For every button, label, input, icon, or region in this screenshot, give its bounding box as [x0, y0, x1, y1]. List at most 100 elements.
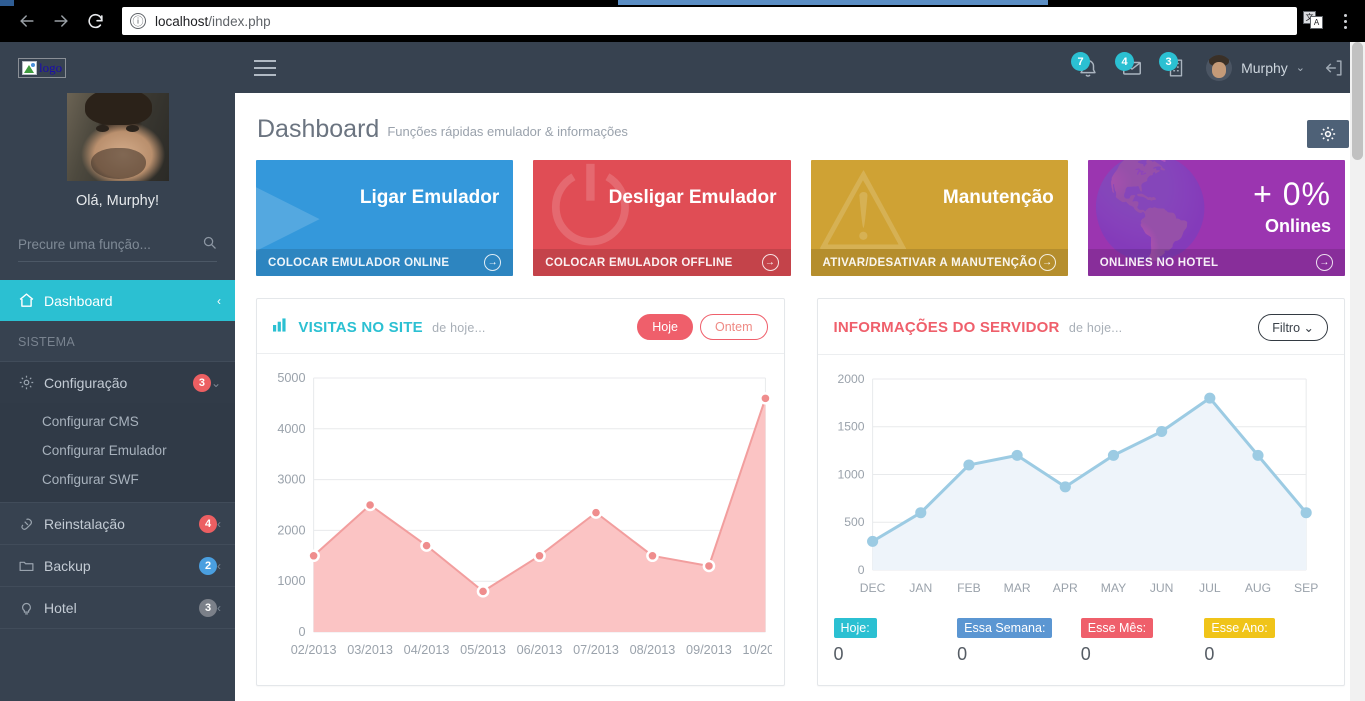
forward-arrow-icon[interactable] — [44, 4, 78, 38]
filter-hoje-button[interactable]: Hoje — [637, 314, 693, 340]
card-small-label: Onlines — [1264, 216, 1331, 236]
svg-text:3000: 3000 — [277, 473, 305, 487]
notifications-badge: 7 — [1071, 52, 1091, 71]
notifications-button[interactable]: 7 — [1066, 42, 1110, 93]
user-menu[interactable]: Murphy ⌄ — [1206, 54, 1305, 81]
svg-text:0: 0 — [298, 625, 305, 639]
sidebar-submenu-configuracao: Configurar CMS Configurar Emulador Confi… — [0, 403, 235, 502]
panel-subtitle: de hoje... — [432, 321, 486, 335]
svg-text:MAR: MAR — [1003, 581, 1030, 595]
sidebar-profile: Olá, Murphy! — [0, 93, 235, 223]
card-footer[interactable]: COLOCAR EMULADOR ONLINE → — [256, 249, 514, 276]
sidebar-search[interactable] — [18, 235, 217, 262]
translate-icon[interactable]: 文A — [1303, 11, 1325, 31]
quick-action-cards: ▶ Ligar Emulador COLOCAR EMULADOR ONLINE… — [235, 144, 1365, 276]
svg-text:10/2013: 10/2013 — [743, 643, 772, 657]
url-host: localhost — [155, 13, 209, 29]
vertical-scrollbar[interactable] — [1350, 42, 1365, 701]
servidor-chart: 0 500 1000 1500 2000 DEC JAN FEB MAR APR MAY JUN JUL… — [818, 355, 1345, 608]
svg-text:JAN: JAN — [909, 581, 932, 595]
panel-title: VISITAS NO SITE de hoje... — [273, 318, 630, 336]
messages-button[interactable]: 4 — [1110, 42, 1154, 93]
arrow-right-icon: → — [1316, 254, 1333, 271]
svg-text:AUG: AUG — [1244, 581, 1270, 595]
panel-header: VISITAS NO SITE de hoje... Hoje Ontem — [257, 299, 784, 354]
sidebar-item-backup[interactable]: Backup 2 ‹ — [0, 545, 235, 586]
stat-value: 0 — [957, 644, 968, 664]
svg-text:2000: 2000 — [277, 523, 305, 537]
tab-strip-edge — [0, 0, 14, 6]
card-big-value: + 0% — [1253, 176, 1331, 212]
sidebar-nav: Dashboard ‹ SISTEMA Configuração 3 ⌄ Con… — [0, 280, 235, 629]
card-footer[interactable]: ATIVAR/DESATIVAR A MANUTENÇÃO → — [810, 249, 1068, 276]
badge-count: 4 — [199, 514, 217, 533]
svg-text:1000: 1000 — [837, 468, 864, 482]
svg-text:APR: APR — [1052, 581, 1077, 595]
back-arrow-icon[interactable] — [10, 4, 44, 38]
sidebar-item-reinstalacao[interactable]: Reinstalação 4 ‹ — [0, 503, 235, 544]
card-footer-label: ATIVAR/DESATIVAR A MANUTENÇÃO — [822, 256, 1038, 269]
panel-title-text: INFORMAÇÕES DO SERVIDOR — [833, 319, 1060, 336]
stat-label: Essa Semana: — [957, 618, 1053, 638]
site-info-icon[interactable]: ⓘ — [130, 13, 146, 29]
card-manutencao[interactable]: ⚠ Manutenção ATIVAR/DESATIVAR A MANUTENÇ… — [810, 160, 1068, 276]
card-title: Manutenção — [942, 187, 1054, 208]
svg-text:1000: 1000 — [277, 574, 305, 588]
sidebar-item-hotel[interactable]: Hotel 3 ‹ — [0, 587, 235, 628]
svg-text:07/2013: 07/2013 — [573, 643, 619, 657]
page-title: Dashboard — [257, 115, 380, 143]
browser-toolbar: ⓘ localhost/index.php 文A — [0, 0, 1365, 42]
chrome-actions: 文A — [1303, 11, 1355, 31]
sidebar-item-configuracao[interactable]: Configuração 3 ⌄ — [0, 362, 235, 403]
card-ligar-emulador[interactable]: ▶ Ligar Emulador COLOCAR EMULADOR ONLINE… — [256, 160, 514, 276]
badge-count: 3 — [192, 373, 211, 392]
search-icon[interactable] — [202, 235, 217, 254]
url-path: /index.php — [208, 13, 271, 29]
filter-ontem-button[interactable]: Ontem — [699, 314, 768, 340]
panel-subtitle: de hoje... — [1068, 321, 1123, 335]
card-footer-label: COLOCAR EMULADOR ONLINE — [268, 256, 450, 269]
svg-text:SEP: SEP — [1294, 581, 1318, 595]
chevron-down-icon: ⌄ — [210, 375, 221, 390]
tasks-button[interactable]: 3 — [1154, 42, 1198, 93]
svg-text:1500: 1500 — [837, 420, 864, 434]
user-name: Murphy — [1241, 59, 1288, 76]
hamburger-icon[interactable] — [235, 59, 291, 76]
reload-icon[interactable] — [78, 4, 112, 38]
card-desligar-emulador[interactable]: ⏻ Desligar Emulador COLOCAR EMULADOR OFF… — [533, 160, 791, 276]
sidebar-item-dashboard[interactable]: Dashboard ‹ — [0, 280, 235, 321]
sidebar-logo[interactable]: logo — [0, 42, 235, 93]
svg-text:2000: 2000 — [837, 372, 864, 386]
card-footer[interactable]: ONLINES NO HOTEL → — [1087, 249, 1345, 276]
svg-text:JUN: JUN — [1149, 581, 1173, 595]
stat-value: 0 — [1204, 644, 1215, 664]
sidebar-section-label: SISTEMA — [18, 335, 75, 349]
servidor-chart-svg: 0 500 1000 1500 2000 DEC JAN FEB MAR APR MAY JUN JUL… — [837, 372, 1318, 595]
sidebar: logo Olá, Murphy! Dashboard ‹ SISTE — [0, 42, 235, 701]
filter-dropdown-button[interactable]: Filtro ⌄ — [1258, 314, 1328, 341]
logout-button[interactable] — [1323, 57, 1345, 79]
main-content: Dashboard Funções rápidas emulador & inf… — [235, 93, 1365, 701]
svg-text:03/2013: 03/2013 — [347, 643, 393, 657]
svg-text:09/2013: 09/2013 — [686, 643, 732, 657]
sidebar-subitem-configurar-emulador[interactable]: Configurar Emulador — [0, 436, 235, 465]
logo-alt-text: logo — [39, 59, 63, 75]
page-settings-button[interactable] — [1307, 120, 1349, 148]
kebab-menu-icon[interactable] — [1337, 13, 1355, 29]
card-onlines[interactable]: 🌎 + 0% Onlines ONLINES NO HOTEL → — [1087, 160, 1345, 276]
sidebar-subitem-configurar-swf[interactable]: Configurar SWF — [0, 465, 235, 494]
visitas-chart: 0 1000 2000 3000 4000 5000 02/2013 03/2013 04/20… — [257, 354, 784, 672]
gear-icon — [18, 374, 44, 391]
stat-label: Esse Ano: — [1204, 618, 1275, 638]
svg-text:04/2013: 04/2013 — [404, 643, 450, 657]
search-input[interactable] — [18, 237, 202, 252]
sidebar-subitem-configurar-cms[interactable]: Configurar CMS — [0, 407, 235, 436]
badge-count: 2 — [199, 556, 217, 575]
svg-text:JUL: JUL — [1199, 581, 1221, 595]
address-bar[interactable]: ⓘ localhost/index.php — [122, 7, 1297, 35]
stat-esse-mes: Esse Mês: 0 — [1080, 618, 1205, 665]
card-footer[interactable]: COLOCAR EMULADOR OFFLINE → — [533, 249, 791, 276]
tasks-badge: 3 — [1159, 52, 1179, 71]
scrollbar-thumb[interactable] — [1352, 42, 1363, 160]
arrow-right-icon: → — [484, 254, 502, 271]
